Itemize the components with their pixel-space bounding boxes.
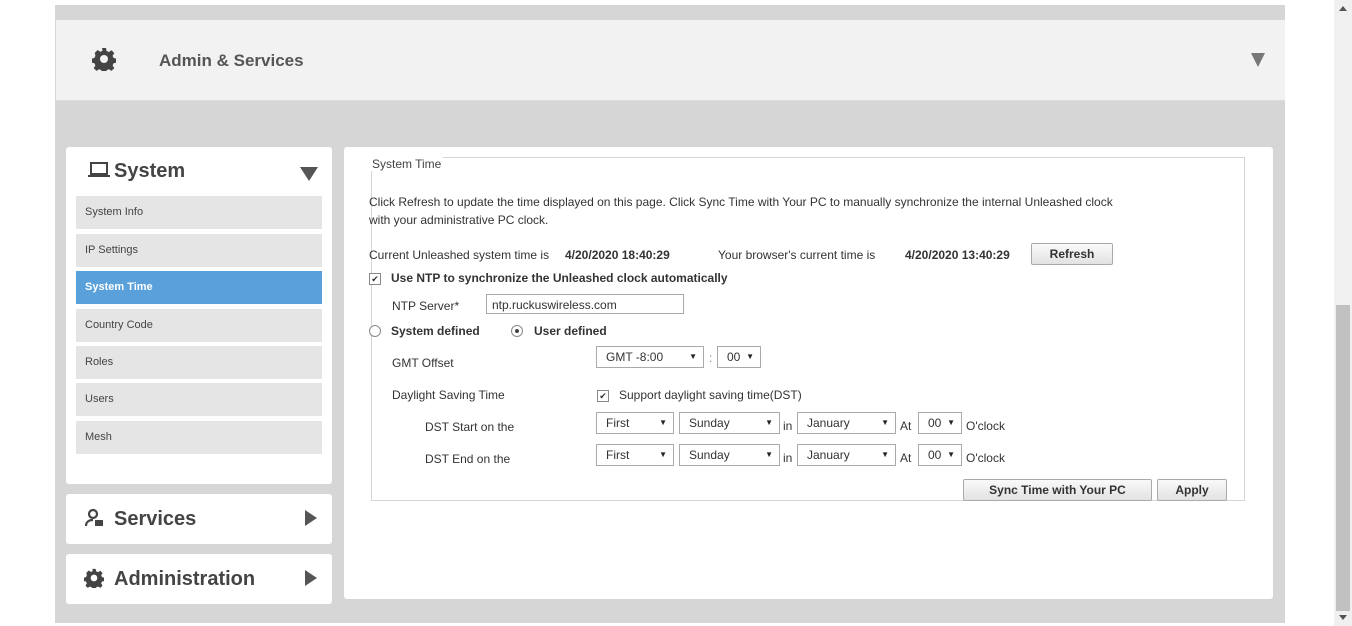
gmt-offset-select[interactable]: GMT -8:00 ▼ — [596, 346, 704, 368]
sync-time-button[interactable]: Sync Time with Your PC — [963, 479, 1152, 501]
chevron-down-icon: ▼ — [659, 418, 667, 427]
dst-start-month-value: January — [807, 416, 850, 430]
ntp-checkbox[interactable]: ✔ — [369, 273, 381, 285]
dst-checkbox-label: Support daylight saving time(DST) — [619, 388, 802, 402]
administration-panel-title: Administration — [114, 568, 256, 590]
services-icon — [84, 508, 103, 527]
chevron-down-icon: ▼ — [746, 352, 754, 361]
gmt-offset-label: GMT Offset — [392, 356, 454, 370]
services-panel-title: Services — [114, 508, 197, 530]
gmt-minutes-select[interactable]: 00 ▼ — [717, 346, 761, 368]
sidebar-item-ip-settings[interactable]: IP Settings — [76, 234, 322, 267]
dst-label: Daylight Saving Time — [392, 388, 505, 402]
header-title: Admin & Services — [159, 51, 304, 70]
dst-end-month-value: January — [807, 448, 850, 462]
caret-right-icon[interactable] — [305, 570, 317, 586]
dst-end-hour-select[interactable]: 00 ▼ — [918, 444, 962, 466]
dst-start-week-select[interactable]: First ▼ — [596, 412, 674, 434]
dst-start-hour-select[interactable]: 00 ▼ — [918, 412, 962, 434]
chevron-down-icon: ▼ — [947, 418, 955, 427]
dst-start-oclock-label: O'clock — [966, 419, 1005, 433]
dst-start-week-value: First — [606, 416, 630, 430]
gear-icon — [92, 48, 116, 71]
gear-icon — [84, 568, 104, 588]
administration-panel[interactable]: Administration — [66, 554, 332, 604]
ntp-server-label: NTP Server* — [392, 299, 460, 313]
sidebar-item-label: Mesh — [85, 431, 112, 443]
sidebar-item-label: IP Settings — [85, 244, 138, 256]
dst-start-day-select[interactable]: Sunday ▼ — [679, 412, 780, 434]
vertical-scrollbar[interactable] — [1334, 0, 1352, 626]
dst-end-in-label: in — [783, 451, 793, 465]
dst-end-at-label: At — [900, 451, 912, 465]
dst-end-week-select[interactable]: First ▼ — [596, 444, 674, 466]
system-defined-label: System defined — [391, 324, 480, 338]
dst-start-in-label: in — [783, 419, 793, 433]
system-time-legend: System Time — [370, 157, 444, 171]
chevron-down-icon: ▼ — [947, 450, 955, 459]
services-panel[interactable]: Services — [66, 494, 332, 544]
dst-start-day-value: Sunday — [689, 416, 730, 430]
ntp-checkbox-label: Use NTP to synchronize the Unleashed clo… — [391, 271, 728, 285]
system-time-value: 4/20/2020 18:40:29 — [565, 248, 670, 262]
sidebar-item-label: System Info — [85, 206, 144, 218]
gmt-minutes-value: 00 — [727, 350, 741, 364]
chevron-down-icon: ▼ — [765, 418, 773, 427]
sidebar-item-country-code[interactable]: Country Code — [76, 309, 322, 342]
scrollbar-thumb[interactable] — [1336, 305, 1350, 611]
sidebar-item-roles[interactable]: Roles — [76, 346, 322, 379]
sidebar-item-label: Country Code — [85, 319, 153, 331]
dst-checkbox[interactable]: ✔ — [597, 390, 609, 402]
dst-end-oclock-label: O'clock — [966, 451, 1005, 465]
user-defined-radio[interactable] — [511, 325, 523, 337]
scroll-up-icon[interactable] — [1339, 6, 1347, 11]
browser-time-value: 4/20/2020 13:40:29 — [905, 248, 1010, 262]
sidebar-item-label: Users — [85, 393, 114, 405]
browser-time-prefix: Your browser's current time is — [718, 248, 876, 262]
refresh-button[interactable]: Refresh — [1031, 243, 1113, 265]
current-time-prefix: Current Unleashed system time is — [369, 248, 550, 262]
sidebar-item-users[interactable]: Users — [76, 383, 322, 416]
dst-end-hour-value: 00 — [928, 448, 942, 462]
caret-down-icon[interactable] — [300, 167, 318, 181]
laptop-icon — [88, 162, 110, 177]
system-panel-header[interactable]: System — [66, 147, 332, 195]
dst-start-month-select[interactable]: January ▼ — [797, 412, 896, 434]
caret-down-icon[interactable] — [1251, 53, 1265, 67]
dst-end-day-value: Sunday — [689, 448, 730, 462]
chevron-down-icon: ▼ — [689, 352, 697, 361]
dst-end-label: DST End on the — [425, 452, 511, 466]
user-defined-label: User defined — [534, 324, 607, 338]
dst-end-day-select[interactable]: Sunday ▼ — [679, 444, 780, 466]
sidebar-item-mesh[interactable]: Mesh — [76, 421, 322, 454]
system-defined-radio[interactable] — [369, 325, 381, 337]
chevron-down-icon: ▼ — [659, 450, 667, 459]
sidebar-item-label: System Time — [85, 281, 153, 293]
page-background: Admin & Services System System Info IP S… — [0, 0, 1334, 626]
chevron-down-icon: ▼ — [881, 450, 889, 459]
intro-text-line1: Click Refresh to update the time display… — [369, 195, 1113, 209]
system-panel-title: System — [114, 160, 186, 182]
caret-right-icon[interactable] — [305, 510, 317, 526]
sidebar-item-label: Roles — [85, 356, 114, 368]
chevron-down-icon: ▼ — [765, 450, 773, 459]
system-panel: System System Info IP Settings System Ti… — [66, 147, 332, 484]
gmt-separator: : — [709, 351, 713, 365]
dst-start-label: DST Start on the — [425, 420, 515, 434]
dst-end-month-select[interactable]: January ▼ — [797, 444, 896, 466]
gmt-offset-value: GMT -8:00 — [606, 350, 664, 364]
sidebar-item-system-time[interactable]: System Time — [76, 271, 322, 304]
admin-services-header[interactable]: Admin & Services — [56, 20, 1285, 101]
ntp-server-input[interactable]: ntp.ruckuswireless.com — [486, 294, 684, 314]
dst-start-hour-value: 00 — [928, 416, 942, 430]
apply-button[interactable]: Apply — [1157, 479, 1227, 501]
chevron-down-icon: ▼ — [881, 418, 889, 427]
dst-end-week-value: First — [606, 448, 630, 462]
sidebar-item-system-info[interactable]: System Info — [76, 196, 322, 229]
scroll-down-icon[interactable] — [1339, 615, 1347, 620]
dst-start-at-label: At — [900, 419, 912, 433]
intro-text-line2: with your administrative PC clock. — [369, 213, 549, 227]
